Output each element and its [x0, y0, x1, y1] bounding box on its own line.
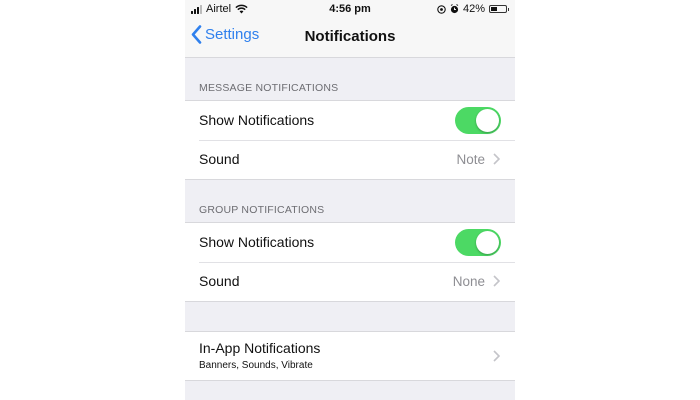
- chevron-right-icon: [493, 275, 500, 287]
- message-notifications-header: MESSAGE NOTIFICATIONS: [199, 82, 339, 94]
- status-right: 42%: [437, 3, 509, 15]
- group-show-notifications-toggle[interactable]: [455, 229, 501, 256]
- toggle-knob: [476, 109, 499, 132]
- in-app-notifications-label: In-App Notifications: [199, 340, 321, 356]
- group-show-notifications-row: Show Notifications: [185, 223, 515, 262]
- message-sound-label: Sound: [199, 151, 240, 167]
- group-notifications-group: Show Notifications Sound None: [185, 222, 515, 302]
- group-sound-label: Sound: [199, 273, 240, 289]
- group-notifications-header: GROUP NOTIFICATIONS: [199, 204, 325, 216]
- status-bar: Airtel 4:56 pm 42%: [185, 0, 515, 18]
- chevron-right-icon: [493, 153, 500, 165]
- toggle-knob: [476, 231, 499, 254]
- message-show-notifications-row: Show Notifications: [185, 101, 515, 140]
- in-app-group: In-App Notifications Banners, Sounds, Vi…: [185, 331, 515, 381]
- location-icon: [437, 4, 446, 14]
- nav-bar: Settings Notifications: [185, 18, 515, 58]
- alarm-icon: [450, 4, 459, 14]
- phone-screen: Airtel 4:56 pm 42% Settings Notification…: [185, 0, 515, 400]
- message-show-notifications-label: Show Notifications: [199, 112, 315, 128]
- group-show-notifications-label: Show Notifications: [199, 234, 315, 250]
- message-show-notifications-toggle[interactable]: [455, 107, 501, 134]
- battery-fill: [491, 7, 497, 11]
- group-sound-value: None: [452, 274, 485, 289]
- message-notifications-group: Show Notifications Sound Note: [185, 100, 515, 180]
- chevron-right-icon: [493, 350, 500, 362]
- group-sound-row[interactable]: Sound None: [185, 262, 515, 301]
- battery-icon: [489, 5, 509, 13]
- in-app-notifications-row[interactable]: In-App Notifications Banners, Sounds, Vi…: [185, 332, 515, 380]
- message-sound-value: Note: [456, 152, 485, 167]
- page-title: Notifications: [304, 28, 396, 45]
- message-sound-row[interactable]: Sound Note: [185, 140, 515, 179]
- battery-percent: 42%: [462, 3, 485, 15]
- in-app-notifications-subtitle: Banners, Sounds, Vibrate: [199, 360, 313, 371]
